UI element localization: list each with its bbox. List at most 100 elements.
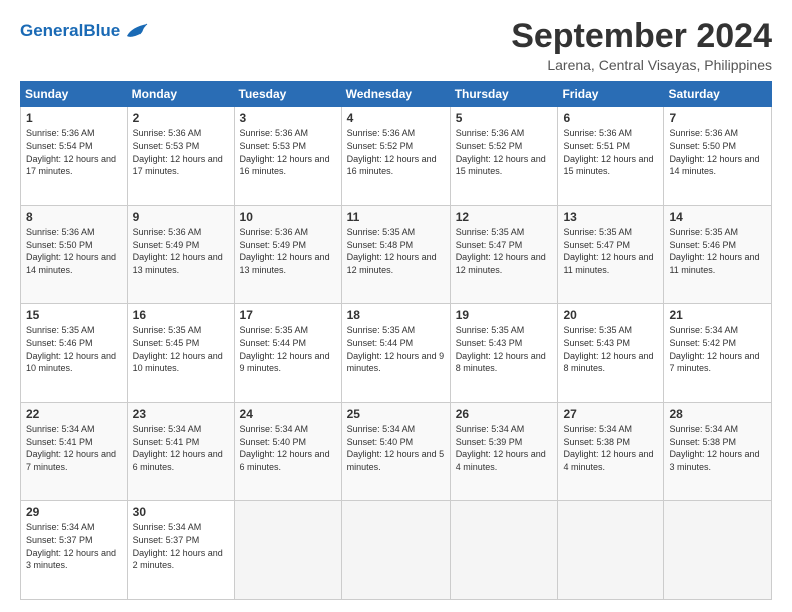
table-row: 4 Sunrise: 5:36 AM Sunset: 5:52 PM Dayli…	[341, 107, 450, 206]
day-detail: Sunrise: 5:35 AM Sunset: 5:43 PM Dayligh…	[456, 325, 546, 373]
day-detail: Sunrise: 5:35 AM Sunset: 5:46 PM Dayligh…	[26, 325, 116, 373]
col-saturday: Saturday	[664, 82, 772, 107]
table-row: 13 Sunrise: 5:35 AM Sunset: 5:47 PM Dayl…	[558, 205, 664, 304]
day-detail: Sunrise: 5:36 AM Sunset: 5:54 PM Dayligh…	[26, 128, 116, 176]
week-row-2: 8 Sunrise: 5:36 AM Sunset: 5:50 PM Dayli…	[21, 205, 772, 304]
table-row: 9 Sunrise: 5:36 AM Sunset: 5:49 PM Dayli…	[127, 205, 234, 304]
day-number: 25	[347, 407, 445, 421]
day-number: 29	[26, 505, 122, 519]
table-row: 18 Sunrise: 5:35 AM Sunset: 5:44 PM Dayl…	[341, 304, 450, 403]
col-tuesday: Tuesday	[234, 82, 341, 107]
empty-cell	[450, 501, 558, 600]
table-row: 27 Sunrise: 5:34 AM Sunset: 5:38 PM Dayl…	[558, 402, 664, 501]
empty-cell	[664, 501, 772, 600]
day-number: 16	[133, 308, 229, 322]
day-number: 18	[347, 308, 445, 322]
logo: GeneralBlue	[20, 18, 152, 42]
day-number: 17	[240, 308, 336, 322]
day-number: 13	[563, 210, 658, 224]
day-number: 8	[26, 210, 122, 224]
table-row: 22 Sunrise: 5:34 AM Sunset: 5:41 PM Dayl…	[21, 402, 128, 501]
day-detail: Sunrise: 5:36 AM Sunset: 5:50 PM Dayligh…	[26, 227, 116, 275]
day-detail: Sunrise: 5:34 AM Sunset: 5:41 PM Dayligh…	[26, 424, 116, 472]
day-number: 7	[669, 111, 766, 125]
day-detail: Sunrise: 5:34 AM Sunset: 5:39 PM Dayligh…	[456, 424, 546, 472]
col-thursday: Thursday	[450, 82, 558, 107]
table-row: 28 Sunrise: 5:34 AM Sunset: 5:38 PM Dayl…	[664, 402, 772, 501]
day-number: 4	[347, 111, 445, 125]
logo-bird-icon	[122, 18, 152, 42]
day-detail: Sunrise: 5:34 AM Sunset: 5:41 PM Dayligh…	[133, 424, 223, 472]
table-row: 21 Sunrise: 5:34 AM Sunset: 5:42 PM Dayl…	[664, 304, 772, 403]
col-friday: Friday	[558, 82, 664, 107]
week-row-3: 15 Sunrise: 5:35 AM Sunset: 5:46 PM Dayl…	[21, 304, 772, 403]
day-number: 5	[456, 111, 553, 125]
day-number: 21	[669, 308, 766, 322]
page-subtitle: Larena, Central Visayas, Philippines	[511, 57, 772, 73]
logo-blue: Blue	[83, 21, 120, 40]
col-sunday: Sunday	[21, 82, 128, 107]
day-detail: Sunrise: 5:36 AM Sunset: 5:52 PM Dayligh…	[456, 128, 546, 176]
day-number: 10	[240, 210, 336, 224]
table-row: 20 Sunrise: 5:35 AM Sunset: 5:43 PM Dayl…	[558, 304, 664, 403]
day-detail: Sunrise: 5:36 AM Sunset: 5:51 PM Dayligh…	[563, 128, 653, 176]
day-number: 28	[669, 407, 766, 421]
day-number: 26	[456, 407, 553, 421]
table-row: 19 Sunrise: 5:35 AM Sunset: 5:43 PM Dayl…	[450, 304, 558, 403]
day-detail: Sunrise: 5:36 AM Sunset: 5:49 PM Dayligh…	[133, 227, 223, 275]
week-row-1: 1 Sunrise: 5:36 AM Sunset: 5:54 PM Dayli…	[21, 107, 772, 206]
empty-cell	[341, 501, 450, 600]
day-detail: Sunrise: 5:35 AM Sunset: 5:43 PM Dayligh…	[563, 325, 653, 373]
day-detail: Sunrise: 5:34 AM Sunset: 5:42 PM Dayligh…	[669, 325, 759, 373]
col-wednesday: Wednesday	[341, 82, 450, 107]
empty-cell	[558, 501, 664, 600]
day-detail: Sunrise: 5:35 AM Sunset: 5:44 PM Dayligh…	[347, 325, 445, 373]
day-number: 15	[26, 308, 122, 322]
day-detail: Sunrise: 5:36 AM Sunset: 5:53 PM Dayligh…	[133, 128, 223, 176]
table-row: 7 Sunrise: 5:36 AM Sunset: 5:50 PM Dayli…	[664, 107, 772, 206]
day-detail: Sunrise: 5:34 AM Sunset: 5:40 PM Dayligh…	[240, 424, 330, 472]
day-detail: Sunrise: 5:35 AM Sunset: 5:47 PM Dayligh…	[456, 227, 546, 275]
day-number: 30	[133, 505, 229, 519]
table-row: 15 Sunrise: 5:35 AM Sunset: 5:46 PM Dayl…	[21, 304, 128, 403]
table-row: 29 Sunrise: 5:34 AM Sunset: 5:37 PM Dayl…	[21, 501, 128, 600]
day-detail: Sunrise: 5:36 AM Sunset: 5:53 PM Dayligh…	[240, 128, 330, 176]
logo-general: General	[20, 21, 83, 40]
page-title: September 2024	[511, 18, 772, 55]
table-row: 14 Sunrise: 5:35 AM Sunset: 5:46 PM Dayl…	[664, 205, 772, 304]
empty-cell	[234, 501, 341, 600]
day-number: 6	[563, 111, 658, 125]
day-number: 9	[133, 210, 229, 224]
day-detail: Sunrise: 5:35 AM Sunset: 5:45 PM Dayligh…	[133, 325, 223, 373]
table-row: 6 Sunrise: 5:36 AM Sunset: 5:51 PM Dayli…	[558, 107, 664, 206]
table-row: 12 Sunrise: 5:35 AM Sunset: 5:47 PM Dayl…	[450, 205, 558, 304]
day-detail: Sunrise: 5:36 AM Sunset: 5:49 PM Dayligh…	[240, 227, 330, 275]
day-number: 14	[669, 210, 766, 224]
day-number: 1	[26, 111, 122, 125]
day-detail: Sunrise: 5:36 AM Sunset: 5:52 PM Dayligh…	[347, 128, 437, 176]
week-row-5: 29 Sunrise: 5:34 AM Sunset: 5:37 PM Dayl…	[21, 501, 772, 600]
table-row: 16 Sunrise: 5:35 AM Sunset: 5:45 PM Dayl…	[127, 304, 234, 403]
table-row: 23 Sunrise: 5:34 AM Sunset: 5:41 PM Dayl…	[127, 402, 234, 501]
day-detail: Sunrise: 5:35 AM Sunset: 5:46 PM Dayligh…	[669, 227, 759, 275]
day-detail: Sunrise: 5:35 AM Sunset: 5:48 PM Dayligh…	[347, 227, 437, 275]
col-monday: Monday	[127, 82, 234, 107]
calendar-table: Sunday Monday Tuesday Wednesday Thursday…	[20, 81, 772, 600]
table-row: 5 Sunrise: 5:36 AM Sunset: 5:52 PM Dayli…	[450, 107, 558, 206]
day-number: 3	[240, 111, 336, 125]
day-detail: Sunrise: 5:34 AM Sunset: 5:40 PM Dayligh…	[347, 424, 445, 472]
day-detail: Sunrise: 5:34 AM Sunset: 5:38 PM Dayligh…	[563, 424, 653, 472]
day-number: 23	[133, 407, 229, 421]
table-row: 26 Sunrise: 5:34 AM Sunset: 5:39 PM Dayl…	[450, 402, 558, 501]
table-row: 24 Sunrise: 5:34 AM Sunset: 5:40 PM Dayl…	[234, 402, 341, 501]
day-detail: Sunrise: 5:34 AM Sunset: 5:37 PM Dayligh…	[26, 522, 116, 570]
day-number: 11	[347, 210, 445, 224]
week-row-4: 22 Sunrise: 5:34 AM Sunset: 5:41 PM Dayl…	[21, 402, 772, 501]
day-number: 12	[456, 210, 553, 224]
day-detail: Sunrise: 5:35 AM Sunset: 5:44 PM Dayligh…	[240, 325, 330, 373]
day-detail: Sunrise: 5:34 AM Sunset: 5:38 PM Dayligh…	[669, 424, 759, 472]
logo-text: GeneralBlue	[20, 22, 120, 39]
table-row: 3 Sunrise: 5:36 AM Sunset: 5:53 PM Dayli…	[234, 107, 341, 206]
day-number: 22	[26, 407, 122, 421]
day-number: 19	[456, 308, 553, 322]
